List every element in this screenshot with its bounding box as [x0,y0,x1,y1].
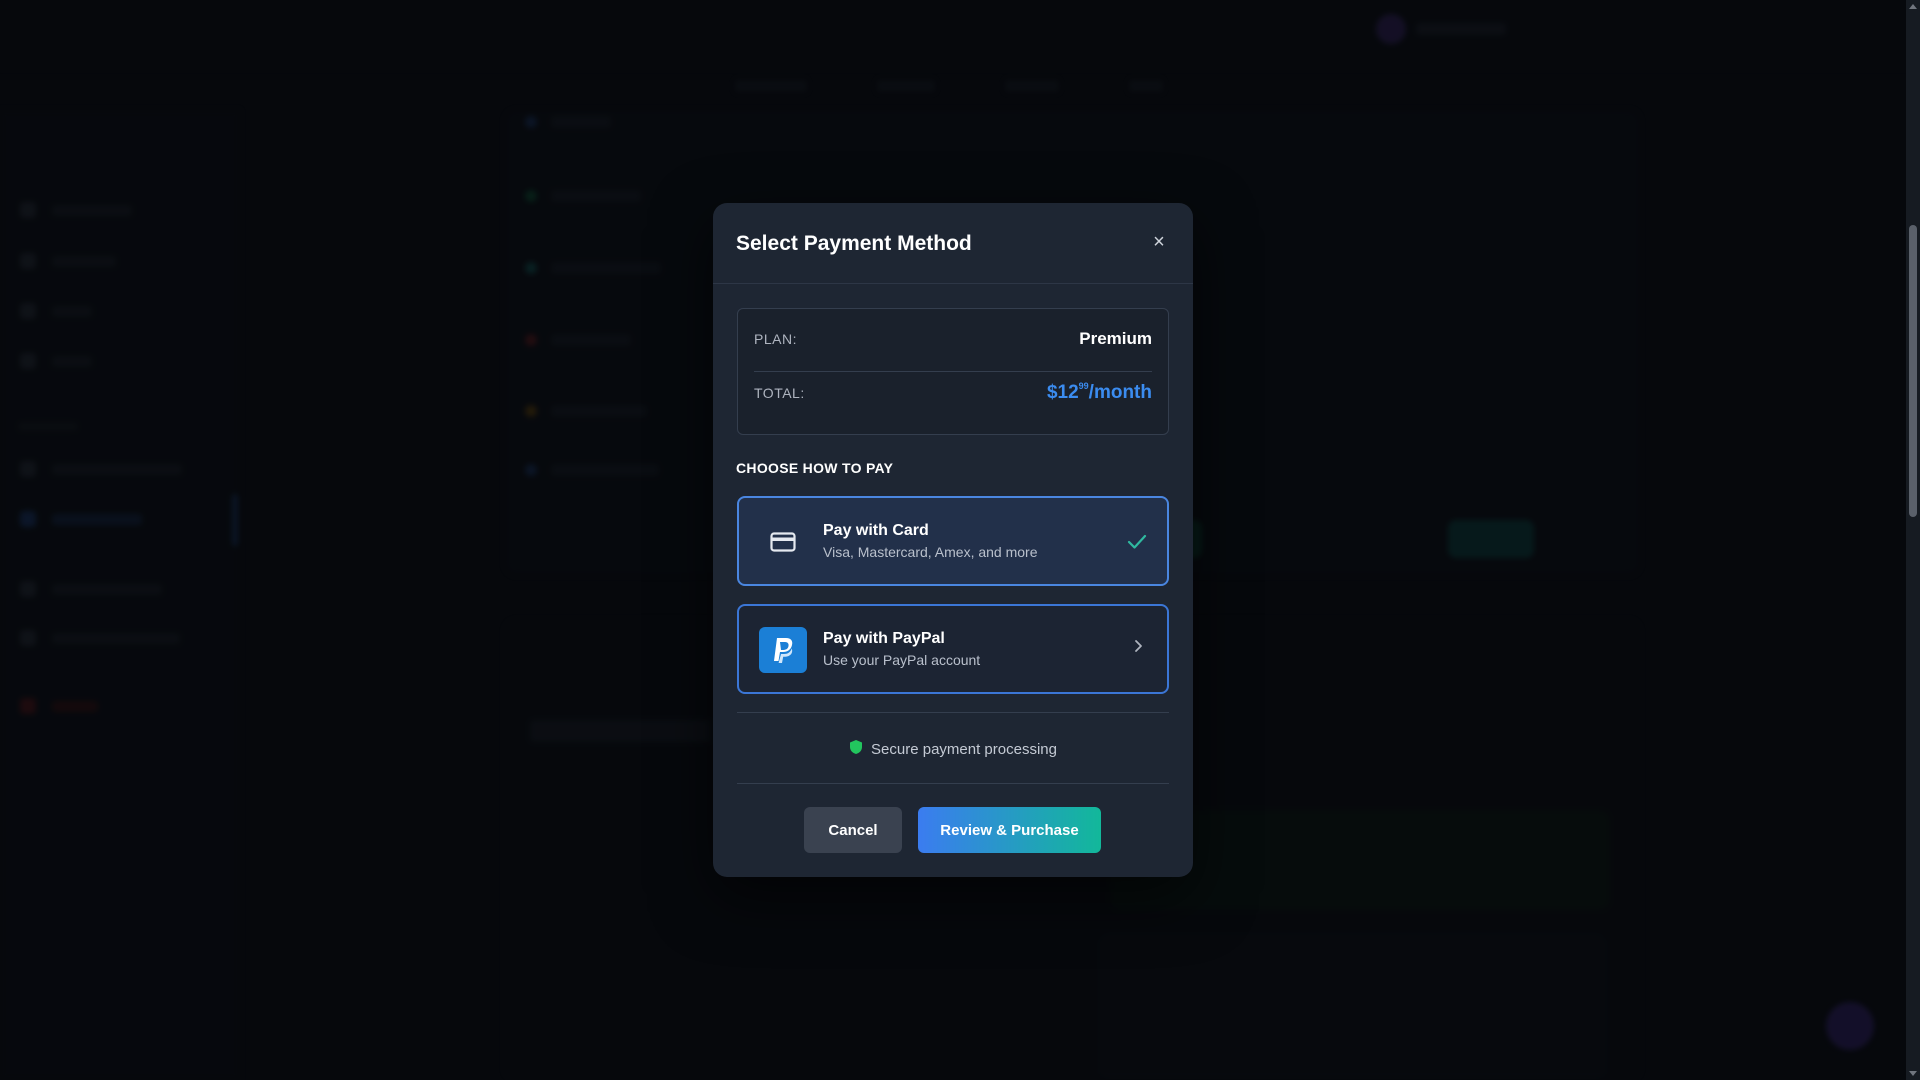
secure-payment-text: Secure payment processing [871,740,1057,758]
secure-payment-note: Secure payment processing [713,739,1193,759]
pay-with-card-option[interactable]: Pay with Card Visa, Mastercard, Amex, an… [737,496,1169,586]
modal-header: Select Payment Method × [713,203,1193,284]
close-icon[interactable]: × [1149,232,1169,253]
paypal-icon [759,627,807,673]
scroll-thumb[interactable] [1909,225,1917,517]
scroll-up-arrow[interactable] [1909,4,1917,9]
summary-divider [754,371,1152,372]
total-value: $1299/month [1047,381,1152,404]
review-purchase-button[interactable]: Review & Purchase [918,807,1101,853]
paypal-option-title: Pay with PayPal [823,630,945,647]
divider [737,783,1169,784]
divider [737,712,1169,713]
choose-how-to-pay-heading: CHOOSE HOW TO PAY [736,460,894,476]
total-period: /month [1088,382,1152,403]
scrollbar[interactable] [1906,0,1920,1080]
total-cents: 99 [1078,381,1089,391]
total-row: TOTAL: $1299/month [754,381,1152,404]
modal-title: Select Payment Method [736,232,972,255]
credit-card-icon [759,519,807,565]
plan-value: Premium [1079,329,1152,348]
pay-with-paypal-option[interactable]: Pay with PayPal Use your PayPal account [737,604,1169,694]
payment-method-modal: Select Payment Method × PLAN: Premium TO… [713,203,1193,877]
chevron-right-icon [1133,636,1143,659]
cancel-button[interactable]: Cancel [804,807,902,853]
total-main: $12 [1046,382,1079,403]
scroll-down-arrow[interactable] [1909,1071,1917,1076]
plan-label: PLAN: [754,331,797,347]
paypal-option-subtitle: Use your PayPal account [823,652,981,668]
total-label: TOTAL: [754,384,805,401]
order-summary: PLAN: Premium TOTAL: $1299/month [737,308,1169,435]
shield-icon [849,739,863,759]
card-option-title: Pay with Card [823,522,929,539]
plan-row: PLAN: Premium [754,329,1152,349]
card-option-subtitle: Visa, Mastercard, Amex, and more [823,544,1038,560]
checkmark-icon [1127,530,1147,556]
